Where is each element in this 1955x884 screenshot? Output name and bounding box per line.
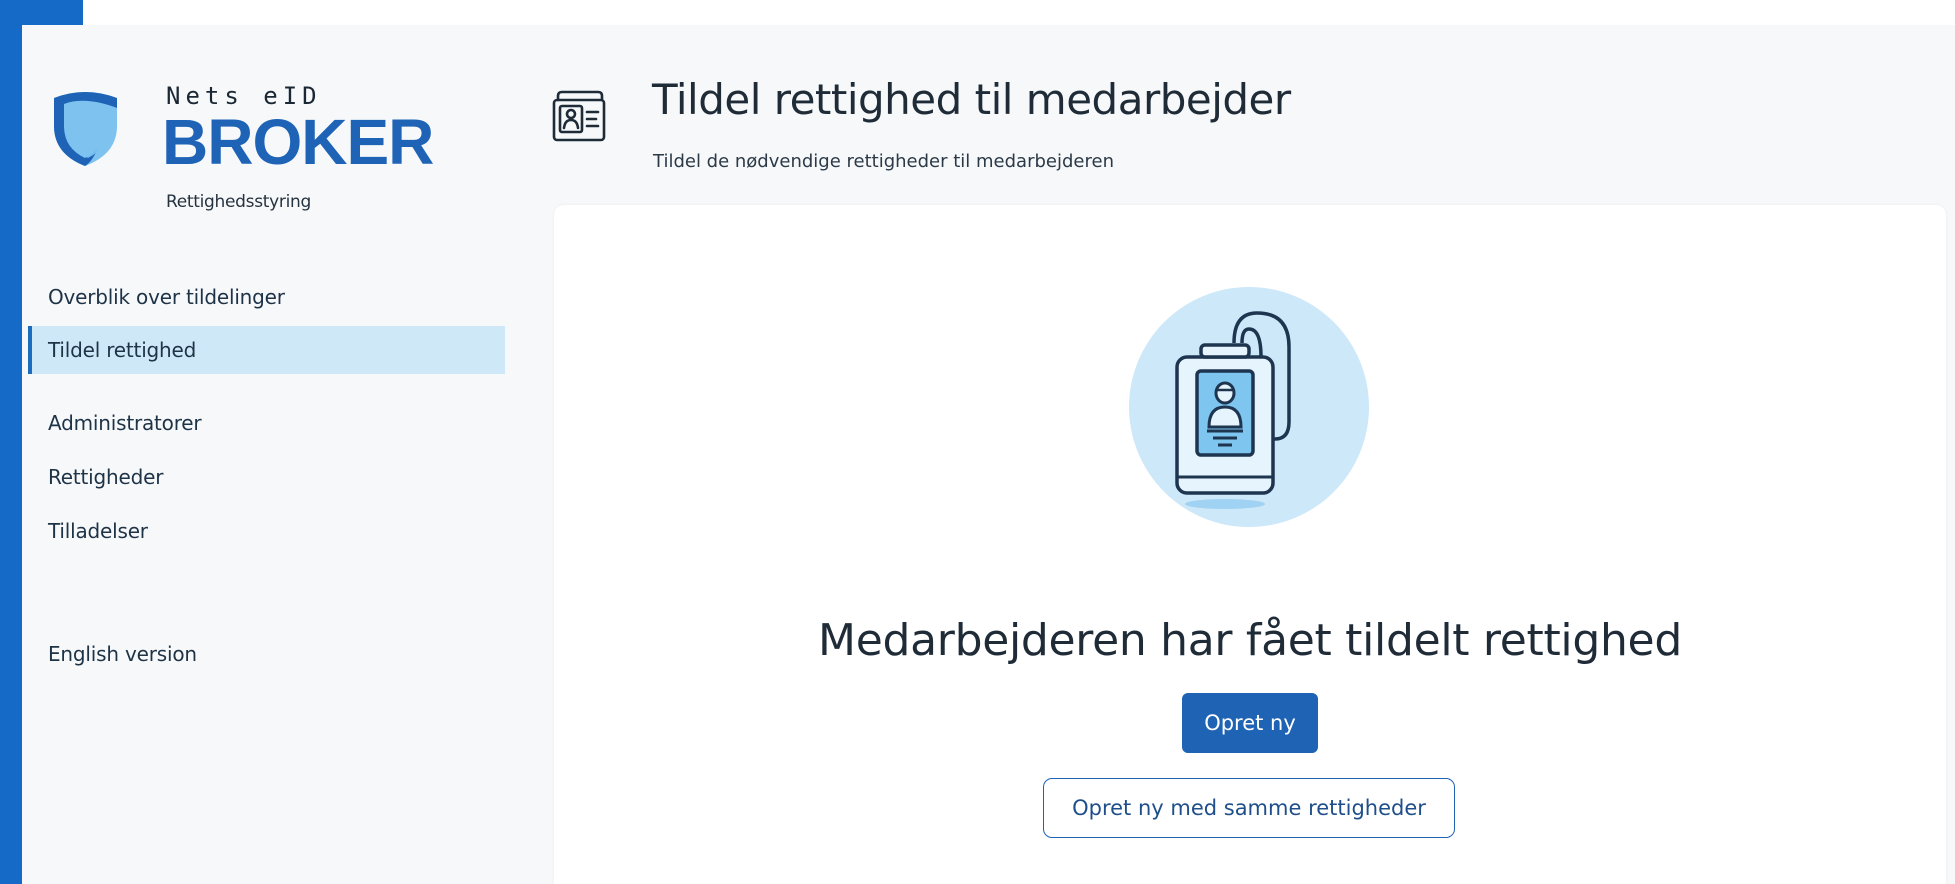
window-edge-bar xyxy=(0,0,22,884)
id-card-icon xyxy=(552,90,606,142)
sidebar-item-label: English version xyxy=(48,642,197,666)
window-edge-corner xyxy=(0,0,83,25)
brand-logo[interactable]: Nets eID BROKER Rettighedsstyring xyxy=(48,80,434,220)
sidebar-item-tilladelser[interactable]: Tilladelser xyxy=(28,507,505,555)
page-title: Tildel rettighed til medarbejder xyxy=(652,75,1291,124)
logo-sub-text: Rettighedsstyring xyxy=(166,192,311,212)
create-new-button[interactable]: Opret ny xyxy=(1182,693,1318,753)
create-new-same-rights-button[interactable]: Opret ny med samme rettigheder xyxy=(1043,778,1455,838)
sidebar-item-tildel-rettighed[interactable]: Tildel rettighed xyxy=(28,326,505,374)
sidebar-item-label: Rettigheder xyxy=(48,465,164,489)
sidebar-item-label: Tildel rettighed xyxy=(48,338,197,362)
shield-icon xyxy=(54,92,117,166)
sidebar-item-label: Administratorer xyxy=(48,411,202,435)
sidebar-item-overblik[interactable]: Overblik over tildelinger xyxy=(28,273,505,321)
id-badge-icon xyxy=(1129,287,1369,527)
sidebar-item-rettigheder[interactable]: Rettigheder xyxy=(28,453,505,501)
sidebar-item-english-version[interactable]: English version xyxy=(28,630,505,678)
app-container: Nets eID BROKER Rettighedsstyring Overbl… xyxy=(22,25,1955,884)
success-message: Medarbejderen har fået tildelt rettighed xyxy=(818,615,1682,666)
logo-main-text: BROKER xyxy=(162,106,434,178)
sidebar-item-label: Tilladelser xyxy=(48,519,148,543)
sidebar-item-administratorer[interactable]: Administratorer xyxy=(28,399,505,447)
page-subtitle: Tildel de nødvendige rettigheder til med… xyxy=(653,151,1114,172)
sidebar-item-label: Overblik over tildelinger xyxy=(48,285,285,309)
confirmation-card: Medarbejderen har fået tildelt rettighed… xyxy=(554,205,1946,884)
